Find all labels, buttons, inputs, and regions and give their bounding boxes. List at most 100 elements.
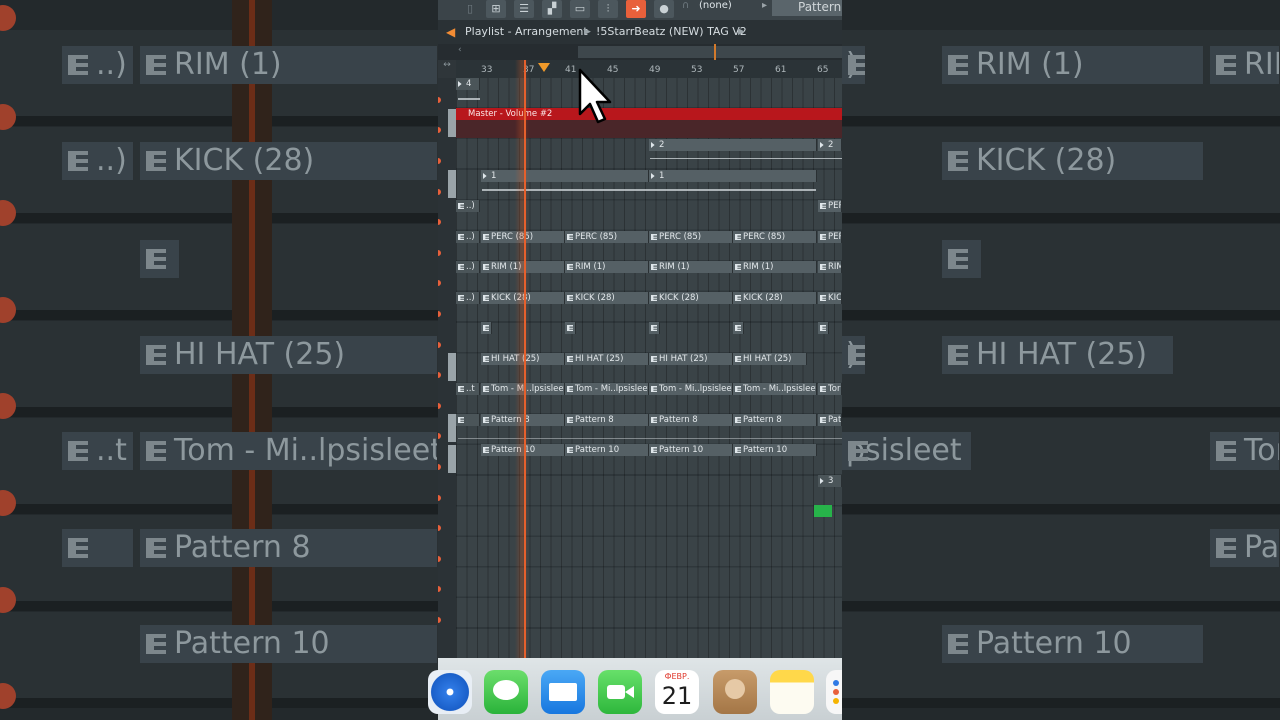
microphone-icon[interactable]: ● (654, 0, 674, 18)
scroll-left-icon[interactable]: ‹ (458, 45, 462, 55)
browser-icon[interactable]: ▭ (570, 0, 590, 18)
clip-green-audio[interactable] (814, 505, 832, 517)
bg-clip-tom: Tom - Mi..lpsisleet (140, 432, 438, 470)
clip-perc[interactable]: PERC (85) (733, 231, 817, 243)
clip-tom[interactable]: Tom - Mi..lpsisleet (649, 383, 733, 395)
reminders-icon[interactable] (826, 670, 842, 714)
channel-rack-icon[interactable]: ☰ (514, 0, 534, 18)
track-mute-dot[interactable] (438, 280, 441, 286)
track-mute-dot[interactable] (438, 495, 441, 501)
bg-clip (942, 240, 982, 278)
clip-tom[interactable]: Tor (818, 383, 842, 395)
track-mute-dot[interactable] (438, 433, 441, 439)
clip-pattern-2[interactable]: 2 (818, 139, 842, 151)
mixer-icon[interactable]: ⫶ (598, 0, 618, 18)
track-mute-dot[interactable] (438, 403, 441, 409)
clip-pattern-8[interactable]: Pat (818, 414, 842, 426)
track-mute-dot[interactable] (438, 219, 441, 225)
clip-hihat[interactable]: HI HAT (25) (733, 353, 807, 365)
track-mute-dot[interactable] (438, 464, 441, 470)
track-mute-dot[interactable] (438, 250, 441, 256)
clip-rim[interactable]: RIM (1) (649, 261, 733, 273)
track-mute-dot[interactable] (438, 586, 441, 592)
track-mute-dot[interactable] (438, 189, 441, 195)
track-selected-marker[interactable] (448, 414, 456, 442)
snap-icon[interactable]: ⊞ (486, 0, 506, 18)
clip-kick[interactable]: KICK (28) (649, 292, 733, 304)
clip-pattern-8[interactable]: Pattern 8 (565, 414, 649, 426)
pattern-button[interactable]: Pattern (772, 0, 842, 16)
track-mute-dot[interactable] (438, 617, 441, 623)
arrow-right-icon[interactable]: ▸ (762, 0, 767, 12)
track-selected-marker[interactable] (448, 445, 456, 473)
zoom-icon[interactable]: ↔ (438, 60, 456, 70)
track-mute-dot[interactable] (438, 97, 441, 103)
clip-pattern-block[interactable] (649, 322, 660, 334)
piano-roll-icon[interactable]: ▞ (542, 0, 562, 18)
playlist-grid[interactable] (456, 78, 842, 658)
track-mute-dot[interactable] (438, 372, 441, 378)
clip-kick[interactable]: KICK (28) (733, 292, 817, 304)
clip-hihat[interactable]: HI HAT (25) (565, 353, 649, 365)
clip-kick[interactable]: KIC (818, 292, 842, 304)
clip-pattern-2[interactable]: 2 (649, 139, 817, 151)
scrollbar-thumb[interactable] (578, 46, 842, 58)
clip-pattern-block[interactable] (818, 322, 829, 334)
pattern-selector[interactable]: (none) (699, 0, 732, 12)
lock-icon[interactable]: ▯ (460, 0, 480, 18)
clip-truncated[interactable]: ..) (456, 292, 480, 304)
clip-pattern-10[interactable]: Pattern 10 (733, 444, 817, 456)
track-mute-dot[interactable] (438, 311, 441, 317)
track-selected-marker[interactable] (448, 170, 456, 198)
clip-pattern-1[interactable]: 1 (649, 170, 817, 182)
track-mute-dot[interactable] (438, 342, 441, 348)
contacts-icon[interactable] (713, 670, 757, 714)
track-mute-dot[interactable] (438, 525, 441, 531)
clip-perc[interactable]: PERC (85) (649, 231, 733, 243)
track-selected-marker[interactable] (448, 353, 456, 381)
clip-pattern-10[interactable]: Pattern 10 (565, 444, 649, 456)
clip-perc[interactable]: PERC (818, 200, 842, 212)
clip-tom[interactable]: Tom - Mi..lpsisleet (733, 383, 817, 395)
track-selected-marker[interactable] (448, 109, 456, 137)
clip-hihat[interactable]: HI HAT (25) (649, 353, 733, 365)
facetime-icon[interactable] (598, 670, 642, 714)
clip-pattern-block[interactable] (481, 322, 492, 334)
clip-rim[interactable]: RIM (1) (565, 261, 649, 273)
clip-tom[interactable]: Tom - Mi..lpsisleet (565, 383, 649, 395)
clip-pattern-3[interactable]: 3 (818, 475, 842, 487)
clip-pattern-8[interactable]: Pattern 8 (649, 414, 733, 426)
timeline-ruler[interactable]: 33 37 41 45 49 53 57 61 65 (456, 60, 842, 78)
clip-pattern-block[interactable] (733, 322, 744, 334)
clip-truncated[interactable]: ..) (456, 231, 480, 243)
track-mute-dot[interactable] (438, 158, 441, 164)
notes-icon[interactable] (770, 670, 814, 714)
calendar-icon[interactable]: ФЕВР. 21 (655, 670, 699, 714)
clip-truncated[interactable]: ..) (456, 261, 480, 273)
track-mute-dot[interactable] (438, 556, 441, 562)
horizontal-scrollbar[interactable]: ‹ (438, 44, 842, 60)
playhead-marker[interactable] (538, 63, 550, 72)
plugin-picker-icon[interactable]: ➜ (626, 0, 646, 18)
track-mute-dot[interactable] (438, 127, 441, 133)
headphones-icon[interactable]: ∩ (682, 0, 689, 12)
clip-pattern-1[interactable]: 1 (481, 170, 649, 182)
speaker-icon[interactable]: ◀ (446, 20, 455, 44)
clip-truncated[interactable]: ..t (456, 383, 480, 395)
clip-rim[interactable]: RIM (1) (733, 261, 817, 273)
clip-pattern-8[interactable]: Pattern 8 (733, 414, 817, 426)
clip-pattern-10[interactable]: Pattern 10 (649, 444, 733, 456)
safari-icon[interactable] (428, 670, 472, 714)
automation-clip-master-volume[interactable]: Master - Volume #2 (456, 108, 842, 120)
clip-kick[interactable]: KICK (28) (565, 292, 649, 304)
mail-icon[interactable] (541, 670, 585, 714)
clip-perc[interactable]: PERC (818, 231, 842, 243)
clip-pattern-block[interactable] (456, 414, 480, 426)
clip-truncated[interactable]: ..) (456, 200, 480, 212)
messages-icon[interactable] (484, 670, 528, 714)
bg-lane (0, 224, 438, 320)
clip-perc[interactable]: PERC (85) (565, 231, 649, 243)
clip-pattern-block[interactable] (565, 322, 576, 334)
clip-pattern-4[interactable]: 4 (456, 78, 480, 90)
clip-rim[interactable]: RIM (818, 261, 842, 273)
